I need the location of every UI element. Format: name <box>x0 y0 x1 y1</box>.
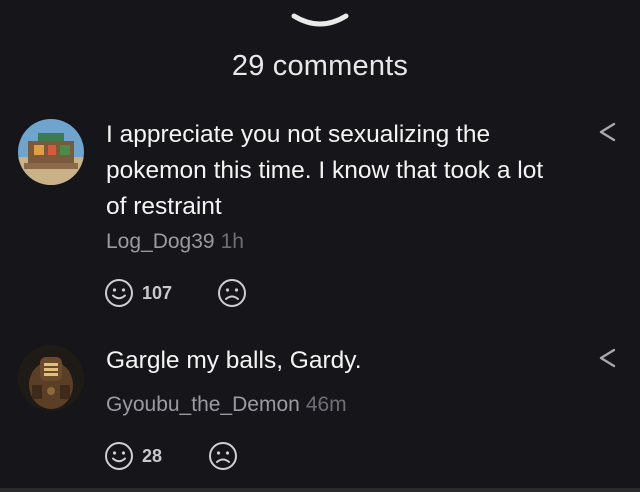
timestamp: 1h <box>220 230 244 253</box>
smile-face-icon[interactable] <box>104 441 134 471</box>
comment-meta: Log_Dog39 1h <box>106 230 244 254</box>
bottom-divider <box>0 488 640 492</box>
comment-meta: Gyoubu_the_Demon 46m <box>106 393 347 417</box>
like-count: 107 <box>142 282 173 303</box>
smile-face-icon[interactable] <box>104 278 134 308</box>
username[interactable]: Gyoubu_the_Demon <box>106 393 300 416</box>
like-count: 28 <box>142 445 163 466</box>
username[interactable]: Log_Dog39 <box>106 230 215 253</box>
sad-face-icon[interactable] <box>208 441 238 471</box>
upvote-button[interactable]: 107 <box>104 278 172 308</box>
avatar[interactable] <box>18 345 84 411</box>
share-icon[interactable] <box>596 347 618 369</box>
comment-count: 29 comments <box>231 50 409 82</box>
timestamp: 46m <box>305 393 347 416</box>
avatar[interactable] <box>18 119 84 185</box>
upvote-button[interactable]: 28 <box>104 441 162 471</box>
share-icon[interactable] <box>596 121 618 143</box>
chevron-down-icon[interactable] <box>290 10 350 30</box>
sad-face-icon[interactable] <box>217 278 247 308</box>
comment-text: Gargle my balls, Gardy. <box>106 347 362 374</box>
comment-text: I appreciate you not sexualizing the pok… <box>106 121 544 220</box>
